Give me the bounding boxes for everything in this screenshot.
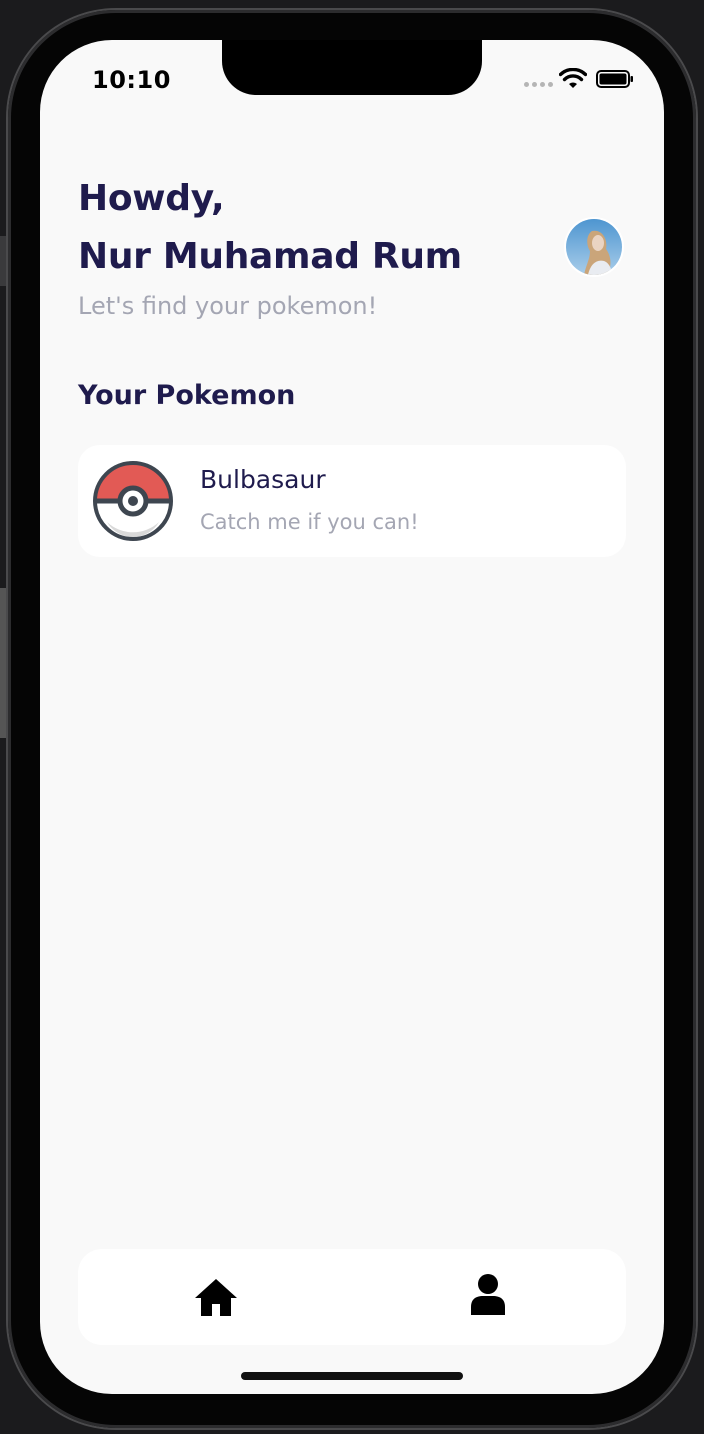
avatar-photo	[566, 219, 622, 275]
device-notch	[222, 40, 482, 95]
subtitle: Let's find your pokemon!	[78, 292, 378, 320]
person-icon[interactable]	[464, 1271, 512, 1319]
app-screen: 10:10 Howdy, Nur Muhamad Rum Let's find …	[40, 40, 664, 1394]
pokemon-card[interactable]: Bulbasaur Catch me if you can!	[78, 445, 626, 557]
pokemon-name: Bulbasaur	[200, 465, 326, 494]
avatar[interactable]	[566, 219, 622, 275]
greeting-text: Howdy,	[78, 178, 225, 219]
greeting-heading: Howdy, Nur Muhamad Rum	[78, 170, 462, 286]
wifi-icon	[559, 68, 587, 88]
cellular-signal-icon	[524, 82, 553, 87]
section-title: Your Pokemon	[78, 380, 296, 411]
home-indicator[interactable]	[241, 1372, 463, 1380]
pokemon-description: Catch me if you can!	[200, 510, 419, 534]
status-time: 10:10	[92, 66, 171, 94]
user-name: Nur Muhamad Rum	[78, 236, 462, 277]
pokeball-icon	[93, 461, 173, 541]
bottom-navigation	[78, 1249, 626, 1345]
battery-icon	[596, 70, 633, 88]
home-icon[interactable]	[192, 1273, 240, 1321]
